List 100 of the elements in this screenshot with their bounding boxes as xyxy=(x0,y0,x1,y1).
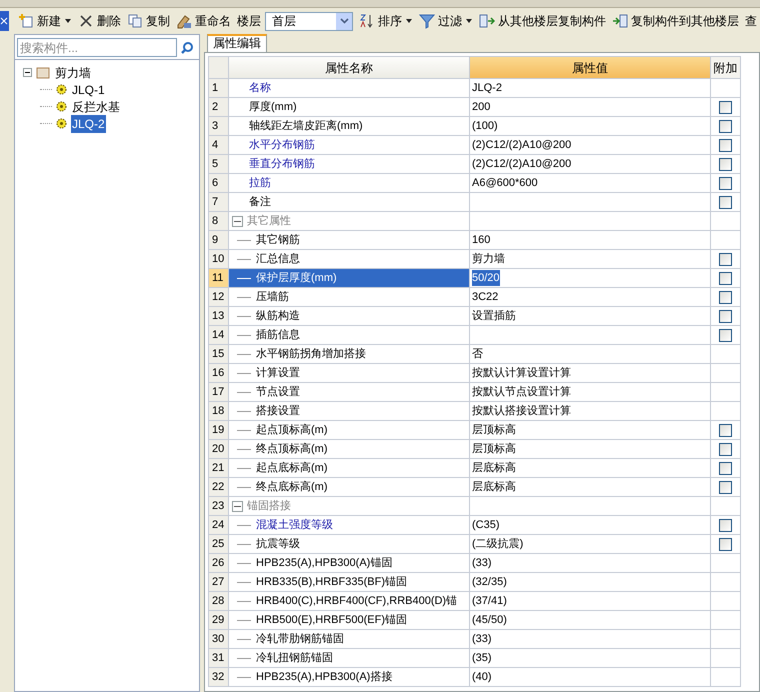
property-value[interactable]: 否 xyxy=(472,346,483,362)
property-name: 起点顶标高(m) xyxy=(256,422,328,438)
tab[interactable]: 属性编辑 xyxy=(207,34,267,52)
property-value[interactable]: (40) xyxy=(472,668,492,686)
sort-icon xyxy=(359,13,375,29)
tree-line xyxy=(237,638,251,640)
close-icon[interactable] xyxy=(0,11,9,31)
tree-item[interactable]: JLQ-1 xyxy=(71,80,106,98)
collapse-toggle[interactable] xyxy=(232,500,243,512)
checkbox[interactable] xyxy=(719,272,732,284)
copy-icon xyxy=(127,13,143,29)
column-header: 属性值 xyxy=(470,57,711,79)
toolbar-button[interactable]: 过滤 xyxy=(416,10,476,32)
search-field[interactable]: 搜索构件... xyxy=(17,38,177,57)
checkbox[interactable] xyxy=(719,328,732,342)
property-name: 厚度(mm) xyxy=(249,100,297,115)
property-value[interactable]: (32/35) xyxy=(472,574,507,590)
tree-item[interactable]: 剪力墙 xyxy=(54,64,92,82)
row-number: 25 xyxy=(209,535,229,554)
checkbox[interactable] xyxy=(719,480,732,494)
toolbar-button[interactable]: 新建 xyxy=(15,10,75,32)
row-number: 4 xyxy=(209,136,229,155)
collapse-toggle[interactable] xyxy=(232,216,243,226)
property-value[interactable]: 按默认搭接设置计算 xyxy=(472,402,571,420)
row-number: 12 xyxy=(209,288,229,307)
copy-floors-icon xyxy=(612,13,628,29)
floor-dropdown[interactable]: 首层 xyxy=(265,12,353,30)
property-value[interactable]: (35) xyxy=(472,650,492,666)
gear-icon xyxy=(56,101,67,112)
checkbox[interactable] xyxy=(719,100,732,114)
property-value[interactable]: (2)C12/(2)A10@200 xyxy=(472,156,572,172)
tree-item[interactable]: 反拦水基 xyxy=(71,98,121,116)
property-value[interactable]: (2)C12/(2)A10@200 xyxy=(472,136,572,154)
collapse-toggle[interactable] xyxy=(23,68,32,77)
property-value[interactable]: (33) xyxy=(472,630,492,648)
column-header: 附加 xyxy=(711,57,741,79)
checkbox[interactable] xyxy=(719,176,732,190)
row-number: 14 xyxy=(209,326,229,345)
property-value[interactable]: (100) xyxy=(472,118,498,134)
property-value[interactable]: A6@600*600 xyxy=(472,174,538,192)
row-number: 17 xyxy=(209,383,229,402)
property-value[interactable]: 160 xyxy=(472,232,490,248)
property-value[interactable]: (二级抗震) xyxy=(472,536,524,552)
property-value[interactable]: 设置插筋 xyxy=(472,308,516,324)
row-number: 24 xyxy=(209,516,229,535)
checkbox[interactable] xyxy=(719,442,732,456)
property-name: 插筋信息 xyxy=(256,328,300,343)
toolbar-button[interactable]: 复制构件到其他楼层 xyxy=(609,10,742,32)
checkbox[interactable] xyxy=(719,158,732,170)
checkbox[interactable] xyxy=(719,138,732,152)
property-name: 终点顶标高(m) xyxy=(256,442,328,457)
toolbar-button[interactable]: 重命名 xyxy=(173,10,234,32)
tree-line xyxy=(237,448,251,450)
search-icon[interactable] xyxy=(180,40,194,54)
property-value[interactable]: 剪力墙 xyxy=(472,250,505,268)
toolbar-button[interactable]: 从其他楼层复制构件 xyxy=(476,10,609,32)
property-value[interactable]: 按默认节点设置计算 xyxy=(472,384,571,400)
group-label: 其它属性 xyxy=(247,214,291,229)
property-value[interactable]: (C35) xyxy=(472,516,500,534)
checkbox[interactable] xyxy=(719,120,732,132)
checkbox[interactable] xyxy=(719,252,732,266)
gear-icon xyxy=(56,118,67,129)
property-value[interactable]: 层顶标高 xyxy=(472,440,516,458)
copy-floors-icon xyxy=(479,13,495,29)
checkbox[interactable] xyxy=(719,518,732,532)
property-value[interactable]: (37/41) xyxy=(472,592,507,610)
checkbox[interactable] xyxy=(719,290,732,304)
property-value[interactable]: (33) xyxy=(472,554,492,572)
property-name: 计算设置 xyxy=(256,366,300,381)
checkbox[interactable] xyxy=(719,310,732,322)
property-value[interactable]: (45/50) xyxy=(472,612,507,628)
toolbar-button[interactable]: 复制 xyxy=(124,10,173,32)
property-value[interactable]: 层底标高 xyxy=(472,478,516,496)
toolbar-button[interactable]: 排序 xyxy=(356,10,416,32)
property-value[interactable]: 50/20 xyxy=(472,270,500,286)
property-value[interactable]: 层底标高 xyxy=(472,460,516,476)
property-value[interactable]: 3C22 xyxy=(472,288,498,306)
row-number: 13 xyxy=(209,307,229,326)
property-value[interactable]: 200 xyxy=(472,98,490,116)
row-number: 18 xyxy=(209,402,229,421)
tree-line xyxy=(237,524,251,526)
tree-line xyxy=(237,296,251,298)
row-number: 23 xyxy=(209,497,229,516)
tree-line xyxy=(237,600,251,602)
property-value[interactable]: 按默认计算设置计算 xyxy=(472,364,571,382)
property-name: 起点底标高(m) xyxy=(256,460,328,476)
row-number: 6 xyxy=(209,174,229,193)
toolbar-button[interactable]: 删除 xyxy=(75,10,124,32)
checkbox[interactable] xyxy=(719,196,732,208)
toolbar-button[interactable]: 查 xyxy=(742,10,760,32)
property-value[interactable]: 层顶标高 xyxy=(472,422,516,438)
chevron-down-icon xyxy=(340,18,348,24)
checkbox[interactable] xyxy=(719,462,732,474)
property-value[interactable]: JLQ-2 xyxy=(472,80,502,96)
row-number: 3 xyxy=(209,117,229,136)
column-header: 属性名称 xyxy=(229,57,470,79)
property-name: 混凝土强度等级 xyxy=(256,518,333,533)
checkbox[interactable] xyxy=(719,538,732,550)
checkbox[interactable] xyxy=(719,424,732,436)
tree-item[interactable]: JLQ-2 xyxy=(71,114,106,132)
